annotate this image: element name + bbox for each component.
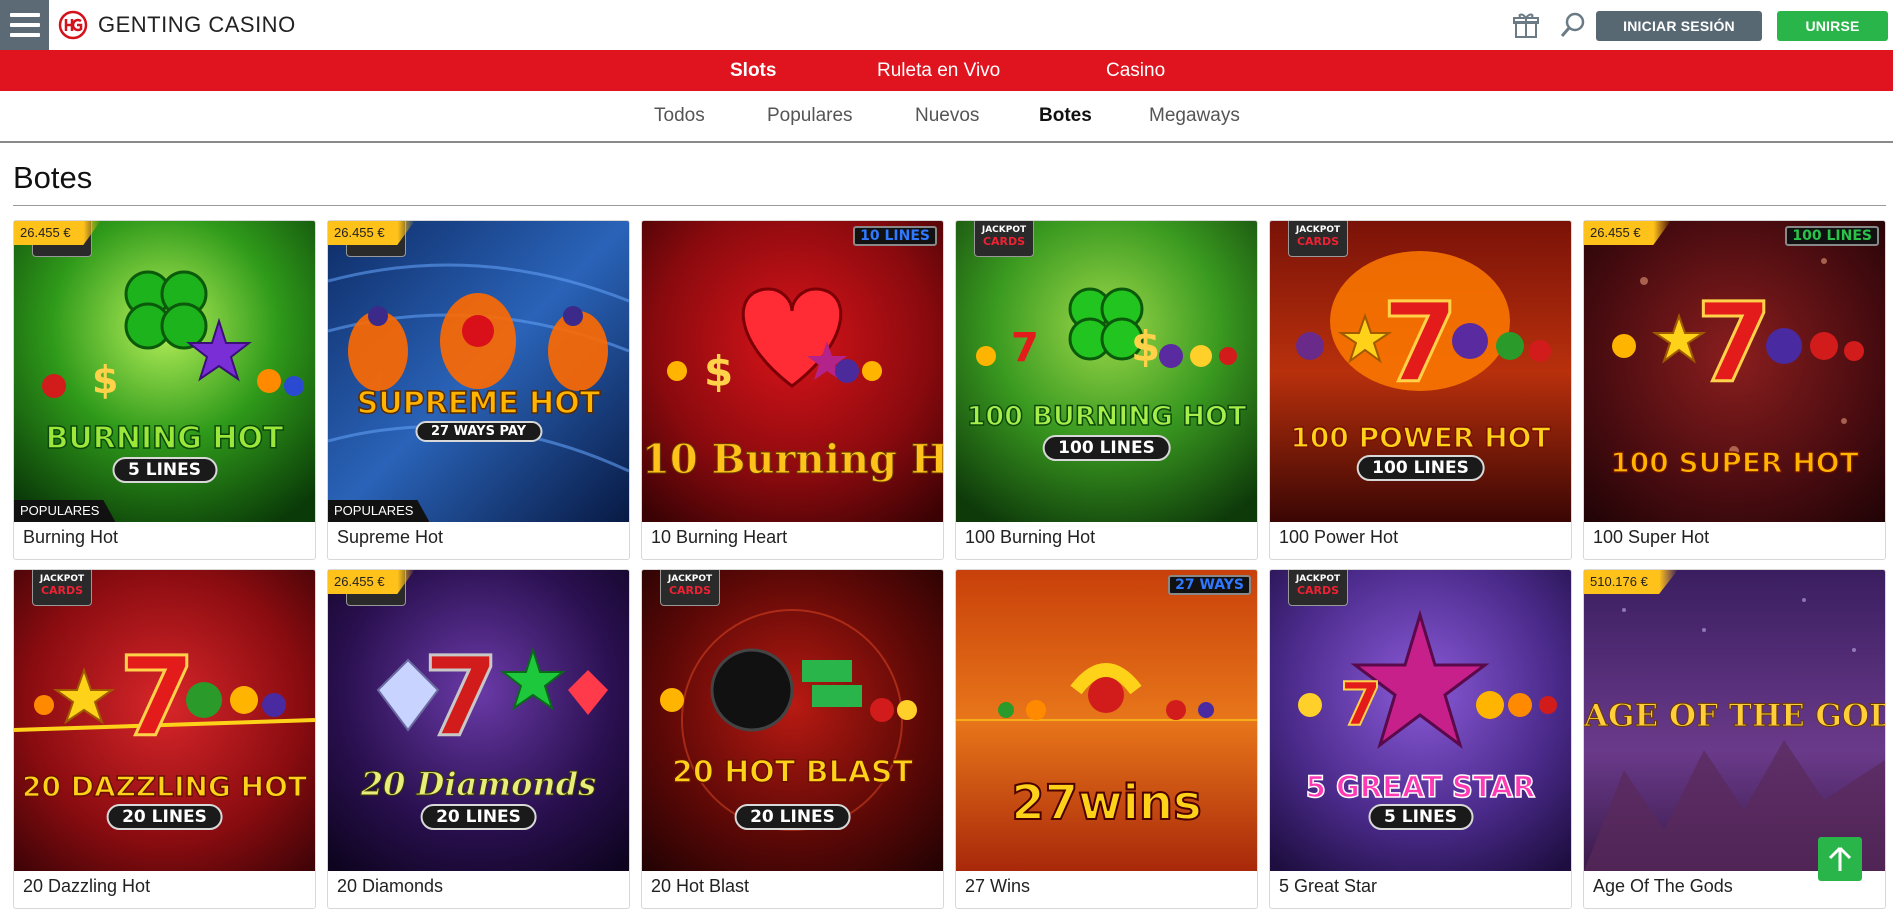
tab-populares[interactable]: Populares (767, 91, 853, 141)
game-title: 20 Hot Blast (651, 876, 750, 896)
tab-megaways[interactable]: Megaways (1149, 91, 1240, 141)
lines-tag: 100 LINES (1785, 226, 1879, 246)
game-card-supreme-hot[interactable]: 26.455 € JACKPOTCARDS SUPREME HOT 27 WAY… (327, 220, 630, 560)
svg-text:7: 7 (1340, 670, 1382, 740)
tab-todos[interactable]: Todos (654, 91, 705, 141)
svg-text:7: 7 (1011, 325, 1039, 371)
game-card-20-dazzling-hot[interactable]: 7 JACKPOT CARDS 20 DAZZLING HOT 20 LINES … (13, 569, 316, 909)
category-live-roulette[interactable]: Ruleta en Vivo (877, 50, 1000, 91)
lines-tag: 10 LINES (853, 226, 937, 246)
game-title: 100 Burning Hot (965, 527, 1096, 547)
section-divider (13, 205, 1886, 206)
lines-tag: 27 WAYS (1168, 575, 1251, 595)
game-card-burning-hot[interactable]: $ 26.455 € JACKPOTCARDS BURNING HOT 5 LI… (13, 220, 316, 560)
svg-text:7: 7 (1382, 279, 1459, 407)
game-title: 20 Dazzling Hot (23, 876, 151, 896)
jackpot-cards-top: JACKPOT (1295, 225, 1341, 235)
game-card-100-super-hot[interactable]: 7 26.455 € 100 LINES 100 SUPER HOT 100 S… (1583, 220, 1886, 560)
category-bar: Slots Ruleta en Vivo Casino (0, 50, 1893, 91)
category-slots[interactable]: Slots (730, 50, 776, 91)
join-button[interactable]: UNIRSE (1777, 11, 1888, 41)
scroll-to-top-button[interactable] (1818, 837, 1862, 881)
game-title: 100 Super Hot (1593, 527, 1710, 547)
jackpot-cards-logo: JACKPOTCARDS (1288, 221, 1348, 257)
arrow-up-icon (1828, 846, 1852, 871)
game-art-title: 100 SUPER HOT (1610, 445, 1860, 480)
game-art-title: 20 Diamonds (360, 765, 597, 804)
tab-botes[interactable]: Botes (1039, 91, 1092, 141)
section-title: Botes (13, 160, 93, 195)
game-card-20-hot-blast[interactable]: JACKPOT CARDS 20 HOT BLAST 20 LINES 20 Ho… (641, 569, 944, 909)
subcategory-bar: Todos Populares Nuevos Botes Megaways (0, 91, 1893, 143)
game-thumbnail: $ 7 (956, 221, 1257, 522)
popular-badge: POPULARES (328, 500, 430, 522)
game-art-subtitle: 20 LINES (420, 804, 537, 830)
brand-name: GENTING CASINO (98, 12, 296, 37)
jackpot-cards-logo: JACKPOTCARDS (660, 570, 720, 606)
jackpot-cards-logo: JACKPOTCARDS (1288, 570, 1348, 606)
menu-icon[interactable] (0, 0, 49, 50)
game-card-10-burning-heart[interactable]: $ 10 LINES 10 Burning Heart 10 Burning H… (641, 220, 944, 560)
top-header: GENTING CASINO INICIAR SESIÓN UNIRSE (0, 0, 1893, 50)
game-card-100-power-hot[interactable]: 7 JACKPOT CARDS 100 POWER HOT 100 LINES 1… (1269, 220, 1572, 560)
login-button[interactable]: INICIAR SESIÓN (1596, 11, 1762, 41)
popular-badge: POPULARES (14, 500, 116, 522)
game-art-title: AGE OF THE GODS (1584, 698, 1886, 735)
search-icon[interactable] (1558, 10, 1588, 40)
svg-text:$: $ (92, 358, 118, 402)
jackpot-cards-bottom: CARDS (982, 235, 1026, 248)
svg-text:7: 7 (423, 633, 500, 761)
genting-logo-icon (58, 10, 88, 40)
game-title: Supreme Hot (337, 527, 444, 547)
brand-logo[interactable]: GENTING CASINO (58, 10, 296, 40)
jackpot-cards-bottom: CARDS (668, 584, 712, 597)
game-art-title: 10 Burning Heart (642, 436, 943, 484)
game-card-100-burning-hot[interactable]: $ 7 JACKPOT CARDS 100 BURNING HOT 100 LIN… (955, 220, 1258, 560)
game-art-title: 100 BURNING HOT (966, 400, 1247, 433)
game-title: 27 Wins (965, 876, 1031, 896)
jackpot-cards-top: JACKPOT (39, 574, 85, 584)
game-title: 5 Great Star (1279, 876, 1378, 896)
tab-nuevos[interactable]: Nuevos (915, 91, 979, 141)
game-card-5-great-star[interactable]: 7 JACKPOT CARDS 5 GREAT STAR 5 LINES 5 Gr… (1269, 569, 1572, 909)
game-title: 10 Burning Heart (651, 527, 788, 547)
svg-text:$: $ (1131, 322, 1160, 371)
game-art-title: BURNING HOT (45, 420, 284, 457)
game-art-title: SUPREME HOT (356, 385, 601, 422)
game-title: 100 Power Hot (1279, 527, 1399, 547)
svg-text:$: $ (704, 347, 733, 396)
game-art-title: 100 POWER HOT (1290, 420, 1552, 455)
category-casino[interactable]: Casino (1106, 50, 1165, 91)
game-card-27-wins[interactable]: 27 WAYS 27wins 27 Wins (955, 569, 1258, 909)
jackpot-cards-top: JACKPOT (1295, 574, 1341, 584)
game-art-subtitle: 100 LINES (1042, 435, 1171, 461)
jackpot-cards-bottom: CARDS (1296, 584, 1340, 597)
game-art-title: 27wins (1010, 774, 1202, 832)
game-art-subtitle: 20 LINES (106, 804, 223, 830)
game-title: Burning Hot (23, 527, 119, 547)
game-art-title: 5 GREAT STAR (1305, 769, 1536, 805)
game-title: 20 Diamonds (337, 876, 444, 896)
gift-icon[interactable] (1511, 10, 1541, 40)
game-art-title: 20 DAZZLING HOT (21, 769, 308, 804)
jackpot-cards-top: JACKPOT (981, 225, 1027, 235)
jackpot-cards-bottom: CARDS (1296, 235, 1340, 248)
game-art-subtitle: 5 LINES (1368, 804, 1473, 830)
game-card-20-diamonds[interactable]: 7 26.455 € JACKPOTCARDS 20 Diamonds 20 L… (327, 569, 630, 909)
game-art-subtitle: 100 LINES (1356, 455, 1485, 481)
game-title: Age Of The Gods (1593, 876, 1733, 896)
svg-text:7: 7 (119, 633, 196, 761)
jackpot-cards-logo: JACKPOTCARDS (32, 570, 92, 606)
game-thumbnail (328, 221, 629, 522)
game-art-subtitle: 5 LINES (112, 457, 217, 483)
game-art-subtitle: 27 WAYS PAY (414, 421, 543, 442)
game-art-subtitle: 20 LINES (734, 804, 851, 830)
svg-text:7: 7 (1696, 279, 1773, 407)
jackpot-cards-bottom: CARDS (40, 584, 84, 597)
jackpot-cards-top: JACKPOT (667, 574, 713, 584)
game-art-title: 20 HOT BLAST (671, 754, 913, 791)
jackpot-cards-logo: JACKPOTCARDS (974, 221, 1034, 257)
